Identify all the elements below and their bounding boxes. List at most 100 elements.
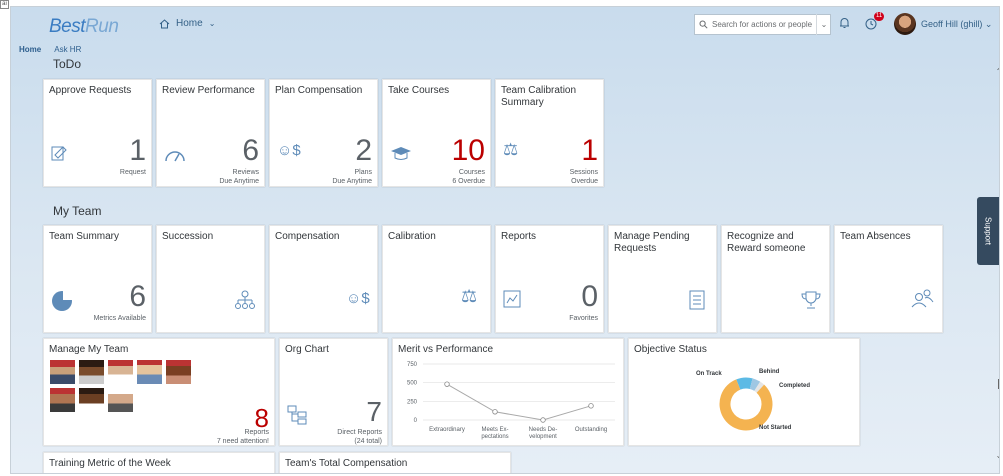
graduation-cap-icon: [391, 147, 411, 160]
team-member-photo[interactable]: [107, 359, 134, 385]
team-member-photo[interactable]: [107, 387, 134, 413]
calibration-tile[interactable]: Calibration ⚖: [382, 225, 491, 333]
tile-footer: Favorites: [569, 315, 598, 322]
app-window: BestRun Home ⌄ Search for actions or peo…: [10, 6, 1000, 474]
tile-footer: Courses 6 Overdue: [452, 168, 485, 186]
tile-title: Compensation: [275, 231, 340, 242]
chevron-down-icon: ⌄: [984, 19, 993, 29]
y-tick-label: 250: [407, 399, 418, 405]
home-menu-label: Home: [176, 18, 203, 29]
user-menu-button[interactable]: Geoff Hill (ghill) ⌄: [921, 19, 992, 30]
team-member-photo[interactable]: [165, 359, 192, 385]
compensation-icon: ☺$: [277, 142, 301, 159]
team-member-photo[interactable]: [49, 387, 76, 413]
pie-chart-icon: [52, 290, 73, 311]
merit-vs-performance-tile[interactable]: Merit vs Performance 750 500 250 0 Extraordi…: [392, 338, 624, 446]
team-calibration-summary-tile[interactable]: Team Calibration Summary ⚖ 1 Sessions Ove…: [495, 79, 604, 187]
x-tick-label: velopment: [529, 434, 557, 440]
org-chart-tile[interactable]: Org Chart 7 Direct Reports (24 total): [279, 338, 388, 446]
compensation-tile[interactable]: Compensation ☺$: [269, 225, 378, 333]
home-menu-button[interactable]: Home ⌄: [159, 18, 215, 29]
tile-footer-line: 6 Overdue: [452, 178, 485, 185]
team-summary-tile[interactable]: Team Summary 6 Metrics Available: [43, 225, 152, 333]
tile-footer: Direct Reports (24 total): [337, 428, 382, 446]
donut-slice: [754, 381, 765, 393]
tile-footer: Sessions Overdue: [570, 168, 598, 186]
notification-count-badge: 11: [874, 12, 885, 21]
team-member-photo[interactable]: [78, 359, 105, 385]
tile-title: Training Metric of the Week: [49, 458, 171, 469]
plan-compensation-tile[interactable]: Plan Compensation ☺$ 2 Plans Due Anytime: [269, 79, 378, 187]
tile-footer: Metrics Available: [93, 315, 146, 322]
tile-title: Objective Status: [634, 344, 707, 355]
manage-my-team-tile[interactable]: Manage My Team 8 Reports 7 need attention…: [43, 338, 275, 446]
scrollbar-thumb[interactable]: [998, 379, 999, 389]
scroll-down-arrow-icon[interactable]: ⌄: [994, 451, 999, 460]
review-performance-tile[interactable]: Review Performance 6 Reviews Due Anytime: [156, 79, 265, 187]
tile-footer-line: Sessions: [569, 169, 598, 176]
total-compensation-tile[interactable]: Team's Total Compensation: [279, 452, 511, 473]
home-icon: [159, 18, 170, 28]
bell-icon[interactable]: [839, 17, 850, 32]
chart-label: Behind: [759, 369, 780, 375]
tile-title: Team Summary: [49, 231, 120, 242]
tile-value: 6: [129, 280, 146, 313]
x-tick-label: Needs De-: [529, 427, 558, 433]
reports-tile[interactable]: Reports 0 Favorites: [495, 225, 604, 333]
team-member-photo[interactable]: [136, 359, 163, 385]
tile-footer-line: Due Anytime: [219, 178, 259, 185]
approve-requests-tile[interactable]: Approve Requests 1 Request: [43, 79, 152, 187]
manage-pending-requests-tile[interactable]: Manage Pending Requests: [608, 225, 717, 333]
tile-title: Merit vs Performance: [398, 344, 494, 355]
chart-label: Completed: [779, 383, 811, 389]
scales-icon: ⚖: [503, 140, 519, 159]
recognize-reward-tile[interactable]: Recognize and Reward someone: [721, 225, 830, 333]
chart-label: On Track: [696, 371, 722, 377]
org-hierarchy-icon: [235, 290, 255, 309]
scroll-up-arrow-icon[interactable]: ⌃: [994, 67, 999, 76]
tile-footer: Plans Due Anytime: [332, 168, 372, 186]
compensation-icon: ☺$: [346, 290, 370, 307]
tile-value: 1: [129, 134, 146, 167]
chevron-down-icon: ⌄: [820, 20, 828, 29]
objective-status-tile[interactable]: Objective Status On Track Behind Complet…: [628, 338, 860, 446]
search-icon: [699, 20, 708, 29]
sub-nav-home-link[interactable]: Home: [19, 45, 41, 54]
team-member-photo[interactable]: [78, 387, 105, 413]
tile-title: Reports: [501, 231, 537, 242]
search-placeholder: Search for actions or people: [712, 20, 813, 29]
chart-label: Not Started: [759, 425, 792, 431]
team-absences-tile[interactable]: Team Absences: [834, 225, 943, 333]
tile-footer-line: 7 need attention!: [216, 438, 269, 445]
company-logo[interactable]: BestRun: [49, 16, 119, 38]
approve-icon: [51, 146, 67, 161]
tile-footer-line: Reports: [244, 429, 269, 436]
todo-section-title: ToDo: [53, 57, 82, 71]
tile-title: Succession: [162, 231, 214, 242]
team-member-photo[interactable]: [49, 359, 76, 385]
gauge-icon: [165, 151, 185, 162]
support-tab[interactable]: Support: [977, 197, 999, 265]
search-scope-dropdown[interactable]: ⌄: [816, 14, 831, 35]
sub-nav-ask-hr-link[interactable]: Ask HR: [54, 45, 81, 54]
tile-value: 2: [355, 134, 372, 167]
tile-title: Calibration: [388, 231, 436, 242]
org-chart-icon: [287, 405, 307, 425]
tile-value: 10: [451, 134, 485, 167]
donut-slice: [736, 377, 753, 390]
x-tick-label: pectations: [481, 434, 508, 440]
x-tick-label: Meets Ex-: [481, 427, 508, 433]
search-input[interactable]: Search for actions or people: [694, 14, 831, 35]
user-avatar[interactable]: [894, 13, 916, 35]
tile-footer-line: Reviews: [232, 169, 259, 176]
data-point: [540, 417, 546, 423]
tile-title: Recognize and Reward someone: [727, 231, 806, 254]
succession-tile[interactable]: Succession: [156, 225, 265, 333]
tile-footer-line: Courses: [458, 169, 485, 176]
vertical-scrollbar[interactable]: ⌃ ⌄: [994, 67, 999, 471]
take-courses-tile[interactable]: Take Courses 10 Courses 6 Overdue: [382, 79, 491, 187]
y-tick-label: 0: [414, 418, 418, 424]
training-metric-tile[interactable]: Training Metric of the Week: [43, 452, 275, 473]
tile-title: Team Calibration Summary: [501, 85, 577, 108]
x-tick-label: Extraordinary: [429, 427, 465, 433]
